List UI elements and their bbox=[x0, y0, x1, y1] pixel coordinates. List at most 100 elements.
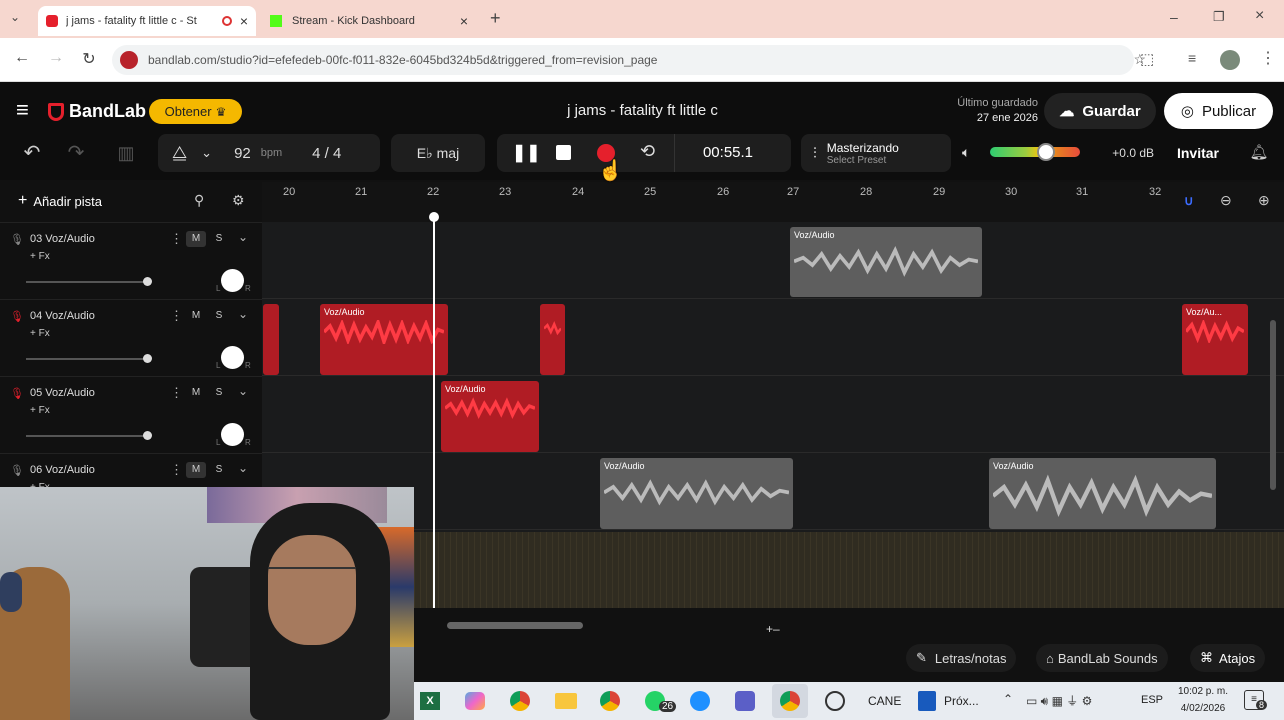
add-fx-button[interactable]: + Fx bbox=[30, 405, 50, 416]
add-fx-button[interactable]: + Fx bbox=[30, 251, 50, 262]
track-header[interactable]: 🎙︎ 03 Voz/Audio ⋮ M S ⌄ + Fx L R bbox=[0, 222, 262, 299]
track-expand-icon[interactable]: ⌄ bbox=[238, 461, 248, 475]
audio-clip[interactable] bbox=[263, 304, 279, 375]
master-volume-meter[interactable] bbox=[990, 147, 1080, 157]
site-mic-icon[interactable] bbox=[120, 51, 138, 69]
piano-keys-icon[interactable]: ▥ bbox=[108, 134, 144, 172]
playhead-time[interactable]: 00:55.1 bbox=[680, 144, 776, 161]
clock-time[interactable]: 10:02 p. m. bbox=[1172, 686, 1234, 697]
tab-list-chevron-icon[interactable]: ⌄ bbox=[10, 10, 20, 24]
redo-icon[interactable]: ↷ bbox=[56, 134, 96, 172]
speaker-icon[interactable]: 🔈︎ bbox=[962, 144, 970, 161]
stop-icon[interactable] bbox=[556, 145, 571, 160]
audio-clip[interactable]: Voz/Audio bbox=[989, 458, 1216, 529]
profile-avatar[interactable] bbox=[1220, 50, 1240, 70]
reload-icon[interactable]: ↻ bbox=[75, 49, 103, 69]
get-membership-button[interactable]: Obtener ♛ bbox=[149, 99, 242, 124]
mastering-button[interactable]: ⫶ Masterizando Select Preset bbox=[801, 134, 951, 172]
track-name[interactable]: 05 Voz/Audio bbox=[30, 387, 95, 399]
track-name[interactable]: 04 Voz/Audio bbox=[30, 310, 95, 322]
audio-clip[interactable]: Voz/Audio bbox=[320, 304, 448, 375]
microphone-icon[interactable]: 🎙︎ bbox=[10, 310, 24, 323]
time-signature[interactable]: 4 / 4 bbox=[312, 145, 341, 162]
track-header[interactable]: 🎙︎ 05 Voz/Audio ⋮ M S ⌄ + Fx L R bbox=[0, 376, 262, 453]
track-settings-icon[interactable]: ⚙ bbox=[232, 192, 245, 209]
lyrics-notes-button[interactable]: ✎ Letras/notas bbox=[906, 644, 1017, 672]
tray-icons[interactable]: ▭ 🔊︎ ▦ ⏚ ⚙ bbox=[1026, 692, 1092, 709]
track-expand-icon[interactable]: ⌄ bbox=[238, 307, 248, 321]
back-icon[interactable]: ← bbox=[8, 49, 36, 67]
new-tab-icon[interactable]: + bbox=[490, 8, 501, 29]
tuner-icon[interactable]: ⚲ bbox=[194, 192, 204, 209]
hamburger-menu-icon[interactable]: ≡ bbox=[16, 99, 29, 121]
close-tab-icon[interactable]: × bbox=[240, 13, 248, 29]
lane-03[interactable] bbox=[262, 222, 1284, 299]
forward-icon[interactable]: → bbox=[42, 49, 70, 67]
track-more-icon[interactable]: ⋮ bbox=[170, 385, 183, 401]
audio-clip[interactable]: Voz/Audio bbox=[600, 458, 793, 529]
taskbar-next-label[interactable]: Próx... bbox=[944, 694, 979, 708]
volume-slider-track[interactable] bbox=[26, 358, 150, 360]
playhead[interactable] bbox=[433, 214, 435, 634]
track-more-icon[interactable]: ⋮ bbox=[170, 231, 183, 247]
microphone-icon[interactable]: 🎙︎ bbox=[10, 464, 24, 477]
bpm-value[interactable]: 92 bbox=[234, 145, 251, 162]
audio-clip[interactable] bbox=[540, 304, 565, 375]
project-title[interactable]: j jams - fatality ft little c bbox=[500, 102, 785, 119]
extensions-icon[interactable]: ⬚ bbox=[1140, 50, 1154, 68]
save-button[interactable]: ☁ Guardar bbox=[1044, 93, 1156, 129]
key-selector[interactable]: E♭ maj bbox=[391, 134, 485, 172]
zoom-out-icon[interactable]: ⊖ bbox=[1220, 192, 1232, 209]
track-expand-icon[interactable]: ⌄ bbox=[238, 230, 248, 244]
word-icon[interactable] bbox=[918, 691, 936, 711]
volume-slider-track[interactable] bbox=[26, 435, 150, 437]
close-window-icon[interactable]: × bbox=[1255, 7, 1264, 25]
metronome-icon[interactable]: ⧋ bbox=[172, 143, 187, 163]
microphone-icon[interactable]: 🎙︎ bbox=[10, 233, 24, 246]
tray-chevron-icon[interactable]: ⌃ bbox=[1003, 692, 1013, 706]
bandlab-sounds-button[interactable]: ⌂ BandLab Sounds bbox=[1036, 644, 1168, 672]
pause-icon[interactable]: ❚❚ bbox=[512, 143, 541, 163]
mute-button[interactable]: M bbox=[186, 385, 206, 401]
publish-button[interactable]: ◎ Publicar bbox=[1164, 93, 1273, 129]
browser-menu-icon[interactable]: ⋮ bbox=[1260, 48, 1276, 68]
language-indicator[interactable]: ESP bbox=[1141, 694, 1163, 706]
track-name[interactable]: 03 Voz/Audio bbox=[30, 233, 95, 245]
mute-button[interactable]: M bbox=[186, 462, 206, 478]
clock-date[interactable]: 4/02/2026 bbox=[1172, 703, 1234, 714]
volume-slider-track[interactable] bbox=[26, 281, 150, 283]
track-header[interactable]: 🎙︎ 04 Voz/Audio ⋮ M S ⌄ + Fx L R bbox=[0, 299, 262, 376]
audio-clip[interactable]: Voz/Audio bbox=[790, 227, 982, 297]
restore-icon[interactable]: ❐ bbox=[1213, 9, 1225, 25]
close-tab-icon[interactable]: × bbox=[460, 13, 468, 29]
empty-drop-area[interactable] bbox=[414, 532, 1284, 608]
teams-icon[interactable] bbox=[735, 691, 755, 711]
solo-button[interactable]: S bbox=[209, 385, 229, 401]
track-name[interactable]: 06 Voz/Audio bbox=[30, 464, 95, 476]
undo-icon[interactable]: ↶ bbox=[12, 134, 52, 172]
file-explorer-icon[interactable] bbox=[555, 693, 577, 709]
solo-button[interactable]: S bbox=[209, 231, 229, 247]
shortcuts-button[interactable]: ⌘ Atajos bbox=[1190, 644, 1266, 672]
notification-bell-icon[interactable]: 🔔︎ bbox=[1244, 138, 1274, 168]
excel-icon[interactable]: X bbox=[420, 692, 440, 710]
master-volume-knob[interactable] bbox=[1036, 143, 1055, 161]
track-more-icon[interactable]: ⋮ bbox=[170, 308, 183, 324]
mute-button[interactable]: M bbox=[186, 231, 206, 247]
vertical-scrollbar[interactable] bbox=[1270, 320, 1276, 490]
volume-slider-thumb[interactable] bbox=[143, 277, 152, 286]
tab-bandlab[interactable]: j jams - fatality ft little c - St × bbox=[38, 6, 256, 36]
media-control-icon[interactable]: ≡ bbox=[1188, 50, 1196, 66]
track-expand-icon[interactable]: ⌄ bbox=[238, 384, 248, 398]
add-fx-button[interactable]: + Fx bbox=[30, 328, 50, 339]
minimize-icon[interactable]: – bbox=[1170, 9, 1178, 25]
horizontal-scrollbar[interactable] bbox=[447, 622, 583, 629]
volume-slider-thumb[interactable] bbox=[143, 431, 152, 440]
taskbar-user-label[interactable]: CANE bbox=[868, 694, 901, 708]
copilot-icon[interactable] bbox=[465, 692, 485, 710]
microphone-icon[interactable]: 🎙︎ bbox=[10, 387, 24, 400]
pan-knob[interactable] bbox=[221, 346, 244, 369]
phone-link-icon[interactable] bbox=[690, 691, 710, 711]
audio-clip[interactable]: Voz/Audio bbox=[441, 381, 539, 452]
loop-icon[interactable]: ⟲ bbox=[640, 141, 655, 162]
